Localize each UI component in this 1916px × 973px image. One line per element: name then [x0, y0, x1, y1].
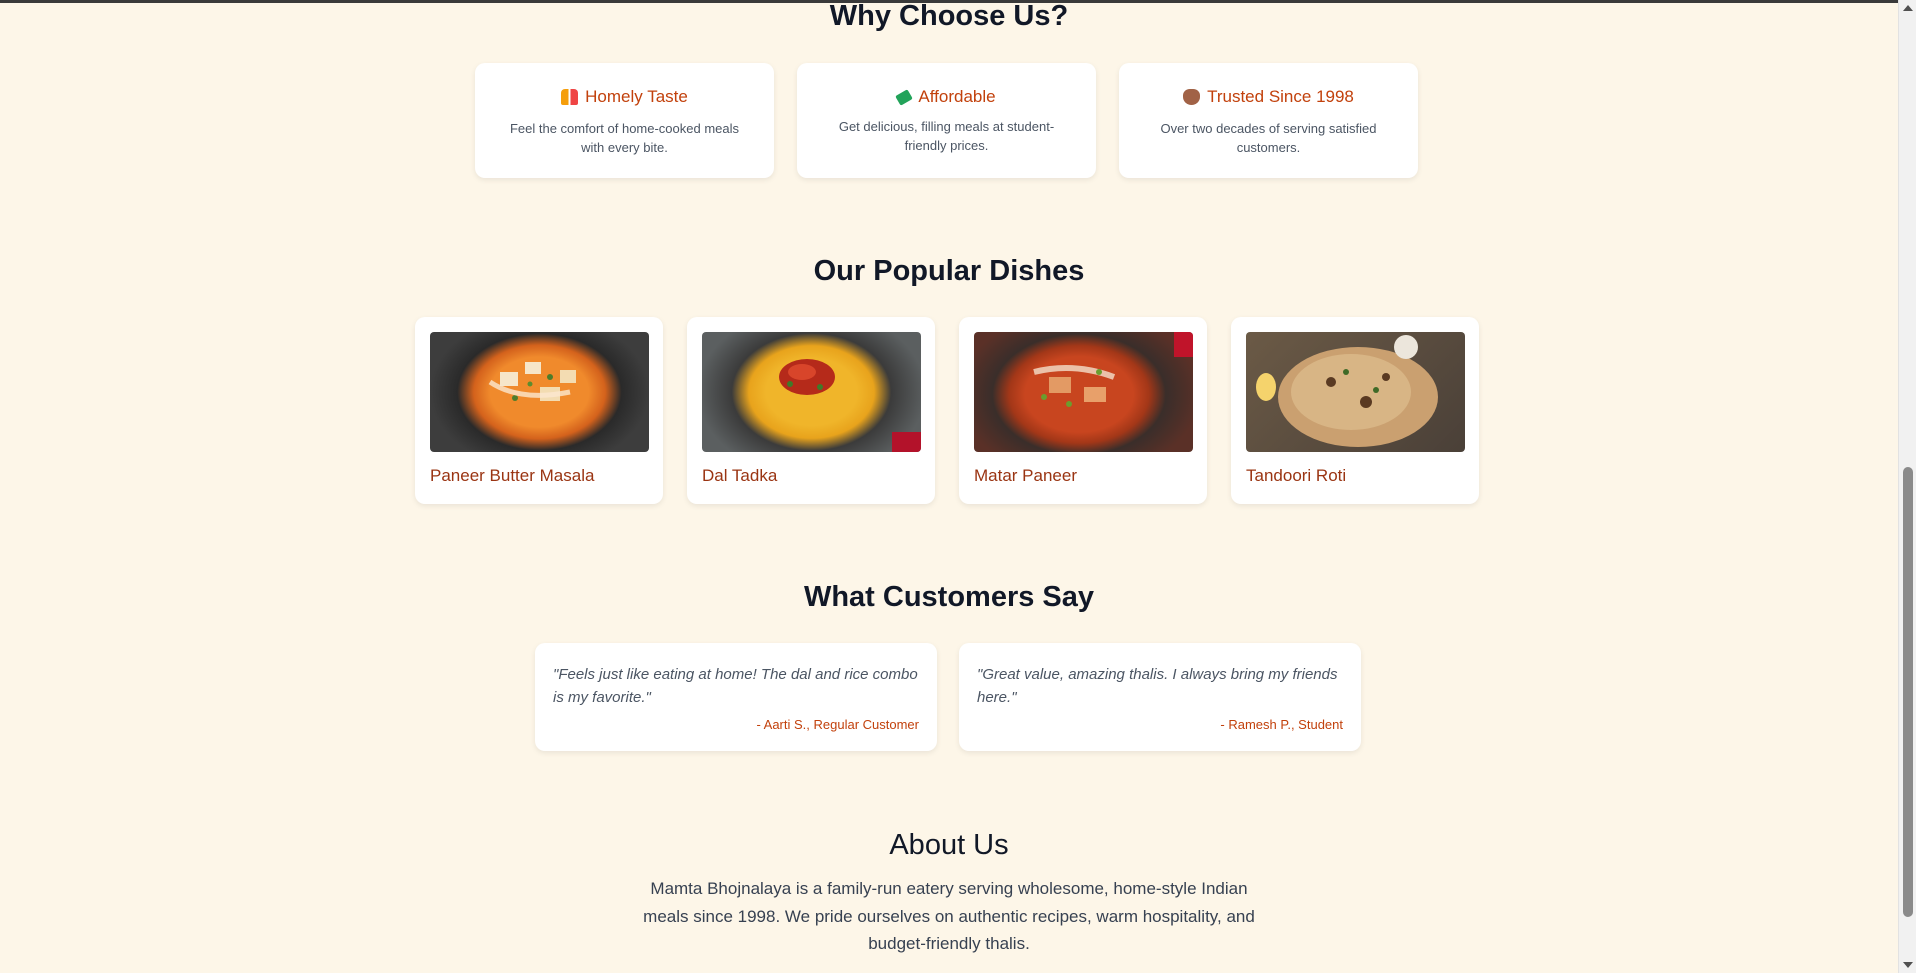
review-text: "Great value, amazing thalis. I always b…	[977, 666, 1338, 706]
dish-image-tandoori-roti	[1246, 332, 1465, 452]
dish-name: Tandoori Roti	[1246, 466, 1347, 485]
review-text: "Feels just like eating at home! The dal…	[553, 666, 918, 706]
heart-icon	[1183, 89, 1201, 105]
review-card: "Great value, amazing thalis. I always b…	[959, 643, 1361, 751]
money-icon	[895, 88, 914, 106]
dish-card-paneer-butter-masala[interactable]: Paneer Butter Masala	[415, 317, 663, 504]
feature-card-homely-taste: Homely Taste Feel the comfort of home-co…	[475, 63, 774, 178]
page-content: Why Choose Us? Homely Taste Feel the com…	[0, 0, 1898, 973]
scrollbar-thumb[interactable]	[1903, 467, 1913, 917]
feature-title: Affordable	[918, 87, 996, 106]
dish-image-paneer-butter-masala	[430, 332, 649, 452]
people-icon	[561, 89, 579, 105]
dish-card-matar-paneer[interactable]: Matar Paneer	[959, 317, 1207, 504]
customer-reviews-heading: What Customers Say	[803, 581, 1095, 613]
dish-card-dal-tadka[interactable]: Dal Tadka	[687, 317, 935, 504]
feature-description: Get delicious, filling meals at student-…	[838, 118, 1055, 153]
scroll-up-arrow-icon[interactable]	[1903, 5, 1913, 11]
feature-card-affordable: Affordable Get delicious, filling meals …	[797, 63, 1096, 178]
dish-name: Dal Tadka	[702, 466, 778, 485]
dish-name: Matar Paneer	[974, 466, 1077, 485]
dish-card-tandoori-roti[interactable]: Tandoori Roti	[1231, 317, 1479, 504]
review-card: "Feels just like eating at home! The dal…	[535, 643, 937, 751]
why-choose-us-heading: Why Choose Us?	[829, 0, 1069, 32]
review-author: - Aarti S., Regular Customer	[756, 717, 919, 732]
popular-dishes-heading: Our Popular Dishes	[813, 255, 1085, 287]
feature-title: Trusted Since 1998	[1207, 87, 1354, 106]
vertical-scrollbar[interactable]	[1898, 0, 1916, 973]
feature-description: Feel the comfort of home-cooked meals wi…	[509, 121, 740, 155]
about-us-heading: About Us	[889, 829, 1009, 861]
review-author: - Ramesh P., Student	[1220, 717, 1343, 732]
dish-name: Paneer Butter Masala	[430, 466, 595, 485]
about-us-text: Mamta Bhojnalaya is a family-run eatery …	[643, 879, 1255, 953]
feature-description: Over two decades of serving satisfied cu…	[1160, 121, 1377, 155]
feature-card-trusted: Trusted Since 1998 Over two decades of s…	[1119, 63, 1418, 178]
dish-image-matar-paneer	[974, 332, 1193, 452]
scroll-down-arrow-icon[interactable]	[1903, 962, 1913, 968]
feature-title: Homely Taste	[585, 87, 688, 106]
dish-image-dal-tadka	[702, 332, 921, 452]
